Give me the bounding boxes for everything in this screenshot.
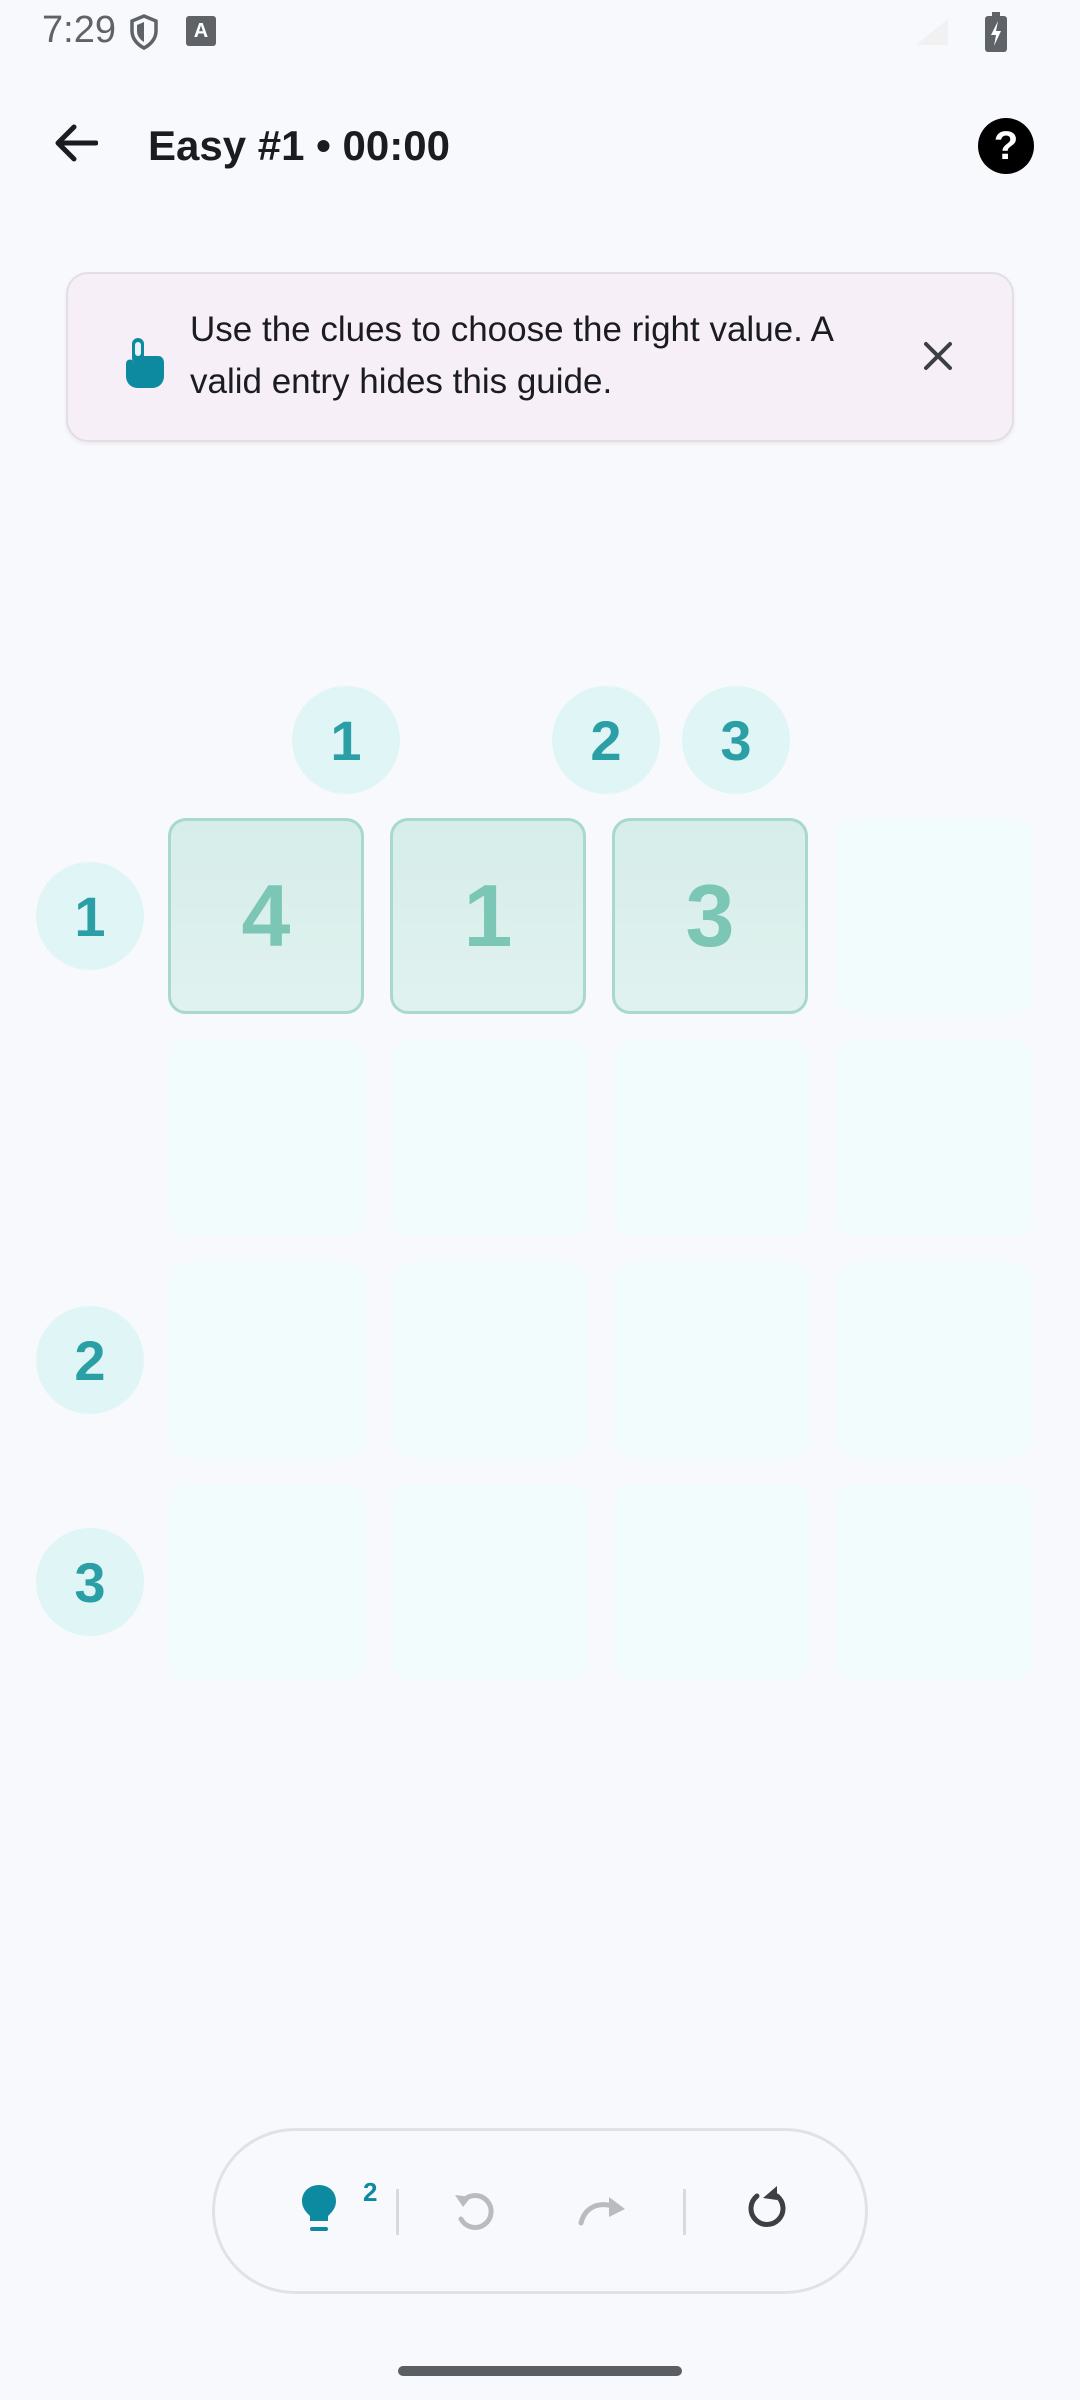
row-clue: 3 [36,1528,144,1636]
grid-cell[interactable] [614,1262,810,1458]
battery-charging-icon [982,10,1010,54]
grid-cell[interactable]: 4 [168,818,364,1014]
grid-cell[interactable]: 3 [612,818,808,1014]
grid-cell[interactable] [170,1040,366,1236]
row-clue: 1 [36,862,144,970]
column-clue: 3 [682,686,790,794]
keyboard-a-icon: A [186,16,216,46]
gesture-nav-handle[interactable] [398,2366,682,2376]
help-button[interactable]: ? [978,118,1034,174]
redo-button[interactable] [563,2171,643,2251]
guide-close-button[interactable] [906,326,970,390]
tap-hand-icon [120,336,166,388]
undo-icon [451,2187,499,2240]
redo-icon [575,2189,631,2234]
grid-cell[interactable] [392,1040,588,1236]
help-icon: ? [993,123,1019,168]
column-clue: 2 [552,686,660,794]
status-time: 7:29 [42,9,116,51]
grid-cell[interactable] [836,1262,1032,1458]
guide-banner: Use the clues to choose the right value.… [66,272,1014,442]
grid-cell[interactable] [614,1484,810,1680]
grid-cell[interactable] [392,1262,588,1458]
guide-text: Use the clues to choose the right value.… [190,310,833,401]
page-title: Easy #1 • 00:00 [148,122,450,169]
restart-button[interactable] [727,2171,807,2251]
grid-cell[interactable] [836,1484,1032,1680]
toolbar-divider [396,2189,399,2235]
arrow-left-icon [52,123,99,168]
undo-button[interactable] [435,2173,515,2253]
back-button[interactable] [40,110,110,180]
grid-cell[interactable] [836,818,1032,1014]
grid-cell[interactable] [836,1040,1032,1236]
lightbulb-icon [299,2183,339,2240]
grid-cell[interactable] [170,1262,366,1458]
restart-icon [743,2184,791,2239]
grid-cell[interactable] [392,1484,588,1680]
column-clue: 1 [292,686,400,794]
hint-button[interactable] [279,2171,359,2251]
row-clue: 2 [36,1306,144,1414]
close-icon [923,341,953,376]
hint-count-badge: 2 [363,2177,378,2207]
toolbar-divider [683,2189,686,2235]
signal-icon [912,14,952,50]
grid-cell[interactable] [614,1040,810,1236]
grid-cell[interactable]: 1 [390,818,586,1014]
bottom-toolbar: 2 [212,2128,868,2294]
shield-icon [124,12,164,52]
grid-cell[interactable] [170,1484,366,1680]
